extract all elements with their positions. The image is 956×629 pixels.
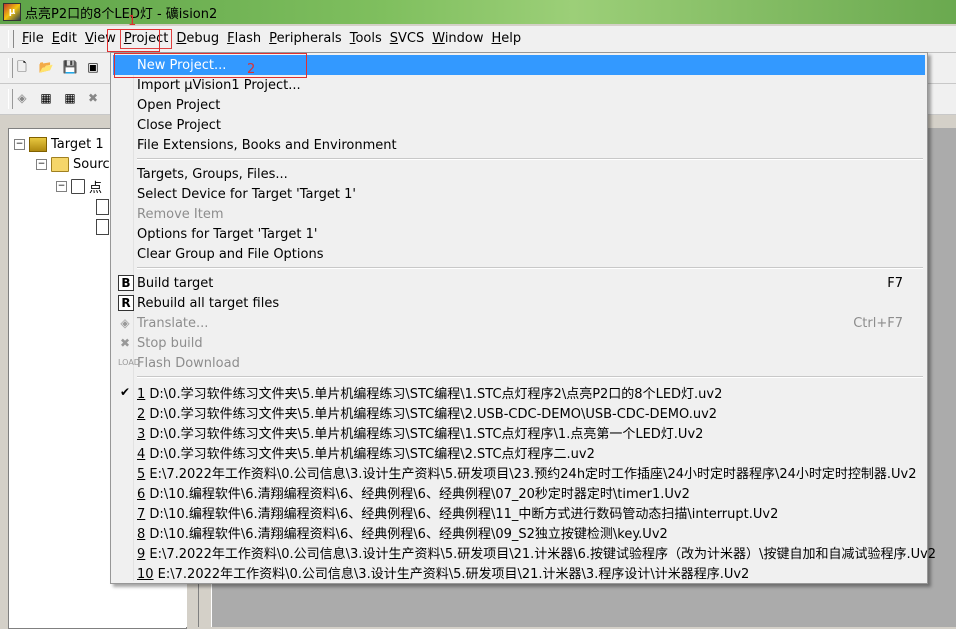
recent-project-path: D:\0.学习软件练习文件夹\5.单片机编程练习\STC编程\1.STC点灯程序… — [145, 386, 723, 402]
menu-bar: File Edit View Project Debug Flash Perip… — [0, 26, 956, 53]
collapse-icon[interactable]: − — [36, 159, 47, 170]
rebuild-icon: R — [118, 295, 134, 311]
menu-window[interactable]: Window — [428, 29, 487, 49]
c-file-icon — [71, 179, 85, 194]
menu-clear-group[interactable]: Clear Group and File Options — [113, 244, 925, 264]
annotation-marker-1: 1 — [128, 14, 137, 29]
menu-close-project[interactable]: Close Project — [113, 115, 925, 135]
recent-project-item[interactable]: 9 E:\7.2022年工作资料\0.公司信息\3.设计生产资料\5.研发项目\… — [113, 542, 936, 562]
menu-new-project[interactable]: New Project... — [113, 55, 925, 75]
menu-select-device[interactable]: Select Device for Target 'Target 1' — [113, 184, 925, 204]
recent-project-path: E:\7.2022年工作资料\0.公司信息\3.设计生产资料\5.研发项目\21… — [153, 566, 750, 582]
menu-file-extensions[interactable]: File Extensions, Books and Environment — [113, 135, 925, 155]
menu-tools[interactable]: Tools — [346, 29, 386, 49]
menu-open-project[interactable]: Open Project — [113, 95, 925, 115]
recent-project-item[interactable]: 4 D:\0.学习软件练习文件夹\5.单片机编程练习\STC编程\2.STC点灯… — [113, 442, 925, 462]
recent-project-path: D:\0.学习软件练习文件夹\5.单片机编程练习\STC编程\2.USB-CDC… — [145, 406, 718, 422]
target-icon — [29, 137, 47, 152]
tree-file-label: 点 — [89, 181, 103, 196]
open-folder-icon[interactable]: 📂 — [38, 59, 54, 75]
save-icon[interactable]: 💾 — [62, 59, 78, 75]
recent-project-item[interactable]: 7 D:\10.编程软件\6.清翔编程资料\6、经典例程\6、经典例程\11_中… — [113, 502, 925, 522]
recent-project-path: D:\10.编程软件\6.清翔编程资料\6、经典例程\6、经典例程\11_中断方… — [145, 506, 779, 522]
menu-edit[interactable]: Edit — [48, 29, 81, 49]
menu-file[interactable]: File — [18, 29, 48, 49]
menu-separator — [137, 158, 923, 160]
menu-options-target[interactable]: Options for Target 'Target 1' — [113, 224, 925, 244]
recent-project-path: D:\10.编程软件\6.清翔编程资料\6、经典例程\6、经典例程\09_S2独… — [145, 526, 668, 542]
collapse-icon[interactable]: − — [56, 181, 67, 192]
folder-icon — [51, 157, 69, 172]
menu-targets-groups[interactable]: Targets, Groups, Files... — [113, 164, 925, 184]
recent-project-item[interactable]: 3 D:\0.学习软件练习文件夹\5.单片机编程练习\STC编程\1.STC点灯… — [113, 422, 925, 442]
recent-project-item[interactable]: 10 E:\7.2022年工作资料\0.公司信息\3.设计生产资料\5.研发项目… — [113, 562, 925, 582]
tree-file[interactable]: − 点 — [56, 177, 102, 196]
new-file-icon[interactable]: 🗋 — [14, 59, 30, 75]
recent-project-path: D:\10.编程软件\6.清翔编程资料\6、经典例程\6、经典例程\07_20秒… — [145, 486, 690, 502]
recent-project-path: D:\0.学习软件练习文件夹\5.单片机编程练习\STC编程\1.STC点灯程序… — [145, 426, 704, 442]
translate-icon: ◈ — [120, 316, 130, 330]
translate-icon[interactable]: ◈ — [14, 90, 30, 106]
recent-project-item[interactable]: ✔ 1 D:\0.学习软件练习文件夹\5.单片机编程练习\STC编程\1.STC点… — [113, 382, 925, 402]
build-icon[interactable]: ▦ — [38, 90, 54, 106]
stop-build-icon: ✖ — [119, 336, 131, 350]
window-title: 点亮P2口的8个LED灯 - 礦ision2 — [25, 6, 218, 22]
menu-view[interactable]: View — [81, 29, 120, 49]
build-icon: B — [118, 275, 134, 291]
menu-stop-build: ✖ Stop build — [119, 335, 203, 351]
tree-source-group[interactable]: − Source — [36, 157, 118, 172]
file-icon — [96, 199, 109, 215]
menu-help[interactable]: Help — [488, 29, 526, 49]
load-icon: LOAD — [118, 358, 140, 367]
build-shortcut: F7 — [887, 275, 903, 291]
menu-flash[interactable]: Flash — [223, 29, 265, 49]
toolbar-grip[interactable] — [8, 58, 13, 78]
menu-separator — [137, 267, 923, 269]
menu-flash-download: LOAD Flash Download — [118, 355, 240, 371]
recent-project-item[interactable]: 2 D:\0.学习软件练习文件夹\5.单片机编程练习\STC编程\2.USB-C… — [113, 402, 925, 422]
menu-project[interactable]: Project — [119, 29, 173, 49]
menu-debug[interactable]: Debug — [172, 29, 223, 49]
menu-svcs[interactable]: SVCS — [386, 29, 429, 49]
stop-build-icon[interactable]: ✖ — [85, 90, 101, 106]
translate-shortcut: Ctrl+F7 — [853, 315, 903, 331]
file-icon — [96, 219, 109, 235]
recent-project-path: D:\0.学习软件练习文件夹\5.单片机编程练习\STC编程\2.STC点灯程序… — [145, 446, 595, 462]
recent-project-path: E:\7.2022年工作资料\0.公司信息\3.设计生产资料\5.研发项目\21… — [145, 546, 937, 562]
menubar-grip[interactable] — [8, 30, 14, 48]
menu-translate: ◈ Translate... Ctrl+F7 — [113, 313, 925, 333]
save-all-icon[interactable]: ▣ — [85, 59, 101, 75]
collapse-icon[interactable]: − — [14, 139, 25, 150]
recent-project-item[interactable]: 5 E:\7.2022年工作资料\0.公司信息\3.设计生产资料\5.研发项目\… — [113, 462, 925, 482]
recent-project-item[interactable]: 8 D:\10.编程软件\6.清翔编程资料\6、经典例程\6、经典例程\09_S… — [113, 522, 925, 542]
recent-project-item[interactable]: 6 D:\10.编程软件\6.清翔编程资料\6、经典例程\6、经典例程\07_2… — [113, 482, 925, 502]
toolbar-grip[interactable] — [8, 89, 13, 109]
checkmark-icon: ✔ — [119, 385, 131, 399]
title-bar: μ 点亮P2口的8个LED灯 - 礦ision2 — [0, 0, 956, 24]
project-menu: New Project... Import µVision1 Project..… — [110, 52, 936, 584]
menu-build-target[interactable]: B Build target F7 — [113, 273, 925, 293]
menu-remove-item: Remove Item — [137, 206, 224, 222]
recent-project-number: 10 — [137, 566, 154, 582]
recent-project-path: E:\7.2022年工作资料\0.公司信息\3.设计生产资料\5.研发项目\23… — [145, 466, 917, 482]
rebuild-icon[interactable]: ▦ — [62, 90, 78, 106]
menu-peripherals[interactable]: Peripherals — [265, 29, 346, 49]
tree-target[interactable]: − Target 1 — [14, 137, 104, 152]
menu-rebuild-all[interactable]: R Rebuild all target files — [113, 293, 925, 313]
menu-separator — [137, 376, 923, 378]
menu-import-project[interactable]: Import µVision1 Project... — [113, 75, 925, 95]
tree-target-label: Target 1 — [51, 137, 104, 152]
uvision-app-icon[interactable]: μ — [3, 3, 21, 21]
annotation-marker-2: 2 — [247, 62, 256, 77]
